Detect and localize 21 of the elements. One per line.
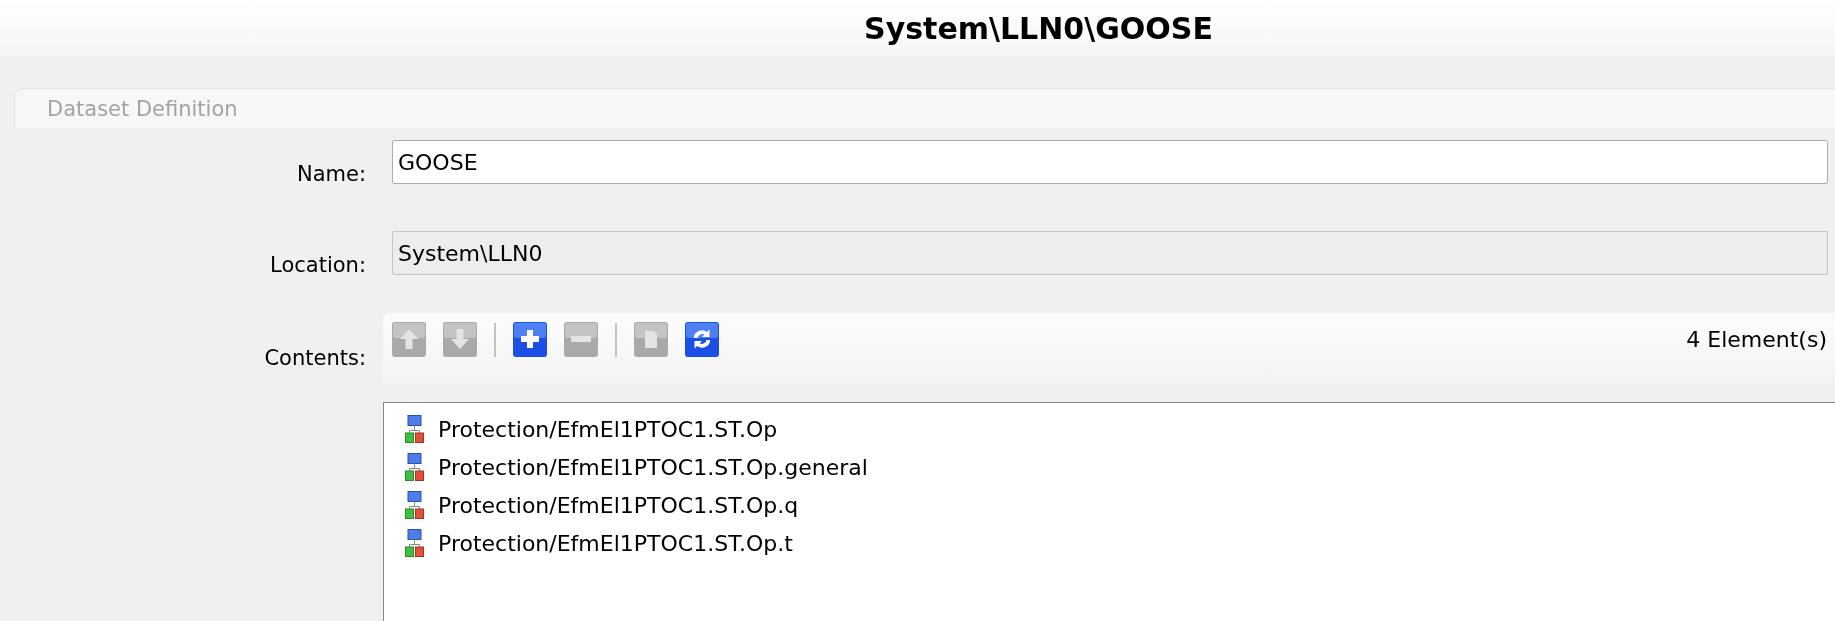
minus-icon: [564, 322, 598, 357]
window-title: System\LLN0\GOOSE: [864, 10, 1213, 46]
refresh-icon: [685, 322, 719, 357]
element-count: 4 Element(s): [1686, 327, 1827, 353]
text-field[interactable]: GOOSE: [392, 140, 1828, 184]
group-title: Dataset Definition: [47, 96, 238, 121]
refresh-button[interactable]: [685, 322, 719, 357]
list-item[interactable]: Protection/EfmEl1PTOC1.ST.Op.general: [384, 448, 872, 486]
hierarchy-icon: [405, 529, 424, 557]
document-icon: [634, 322, 668, 357]
field-label: Location:: [270, 252, 366, 278]
hierarchy-icon: [405, 491, 424, 519]
list-item[interactable]: Protection/EfmEl1PTOC1.ST.Op.q: [384, 486, 803, 524]
hierarchy-icon: [405, 415, 424, 443]
list-item[interactable]: Protection/EfmEl1PTOC1.ST.Op: [384, 410, 782, 448]
plus-icon: [513, 322, 547, 357]
field-label: Name:: [296, 161, 366, 187]
list-item[interactable]: Protection/EfmEl1PTOC1.ST.Op.t: [384, 524, 797, 562]
hierarchy-icon: [405, 453, 424, 481]
field-label: Contents:: [264, 345, 366, 372]
add-button[interactable]: [513, 322, 547, 357]
